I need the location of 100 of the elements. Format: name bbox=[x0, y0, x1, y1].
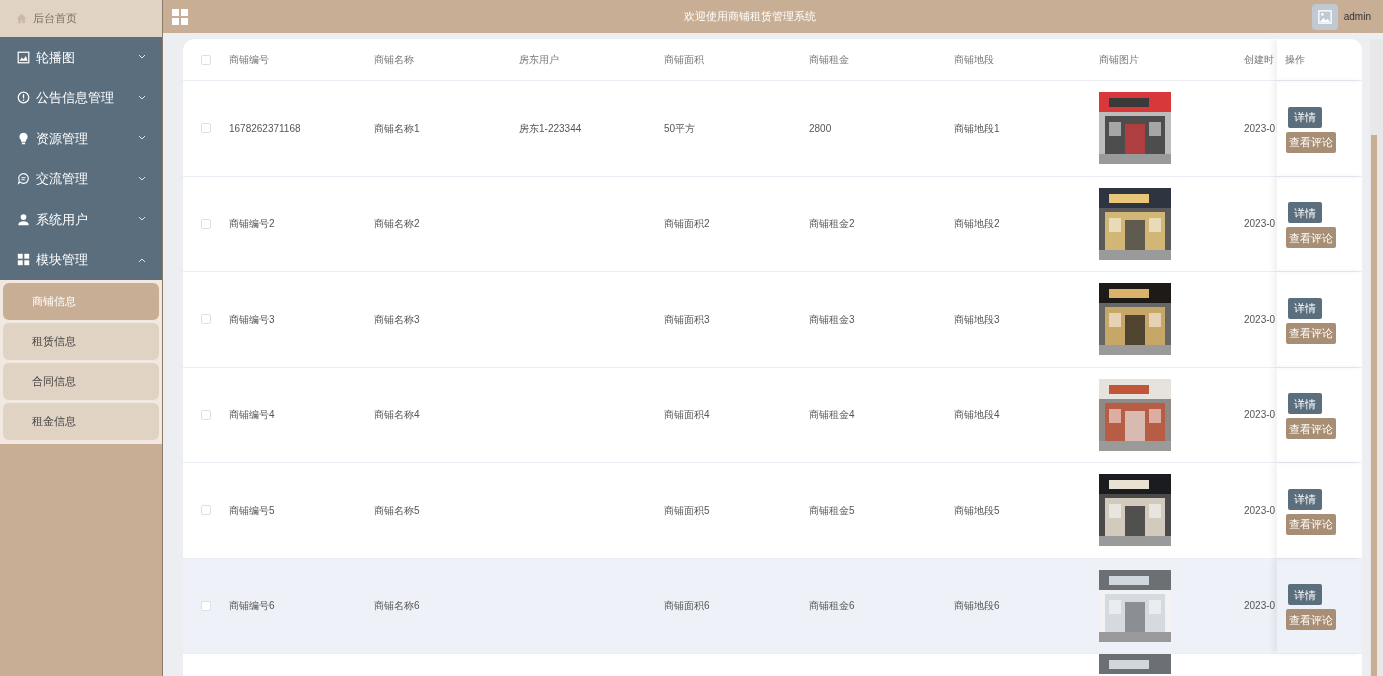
table-cell: 商铺名称5 bbox=[374, 504, 420, 516]
menu-label: 模块管理 bbox=[36, 251, 89, 269]
view-comments-button[interactable]: 查看评论 bbox=[1286, 322, 1336, 344]
view-comments-button[interactable]: 查看评论 bbox=[1286, 131, 1336, 153]
table-cell: 2023-0 bbox=[1244, 122, 1276, 134]
table-cell: 商铺编号6 bbox=[229, 600, 275, 612]
menu-item[interactable]: 模块管理 bbox=[0, 239, 162, 280]
menu-item[interactable]: 轮播图 bbox=[0, 37, 162, 78]
checkbox[interactable] bbox=[201, 314, 211, 325]
column-header: 商铺租金 bbox=[809, 54, 849, 65]
chevron-up-icon bbox=[138, 256, 146, 263]
table-cell: 商铺面积4 bbox=[664, 409, 710, 421]
details-button[interactable]: 详情 bbox=[1288, 488, 1322, 510]
menu-label: 轮播图 bbox=[36, 48, 76, 67]
view-comments-button[interactable]: 查看评论 bbox=[1286, 418, 1336, 440]
chevron-down-icon bbox=[138, 135, 146, 142]
table-cell: 商铺地段4 bbox=[954, 409, 1000, 421]
table-cell: 商铺编号2 bbox=[229, 218, 275, 230]
table-cell: 1678262371168 bbox=[229, 122, 301, 134]
column-header: 商铺编号 bbox=[229, 54, 269, 65]
image-placeholder-icon bbox=[1317, 9, 1332, 24]
avatar[interactable] bbox=[1311, 3, 1338, 30]
submenu-item[interactable]: 租金信息 bbox=[3, 403, 159, 440]
image-icon bbox=[17, 50, 30, 64]
column-header: 商铺地段 bbox=[954, 54, 994, 65]
table-row[interactable]: 商铺编号3 商铺名称3 商铺面积3 商铺租金3 商铺地段3 2023-0 详情 查看评论 bbox=[183, 272, 1362, 368]
table-cell: 商铺租金4 bbox=[809, 409, 855, 421]
table-cell: 商铺编号5 bbox=[229, 504, 275, 516]
menu-item[interactable]: 公告信息管理 bbox=[0, 77, 162, 118]
checkbox[interactable] bbox=[201, 54, 211, 65]
submenu-item[interactable]: 租赁信息 bbox=[3, 323, 159, 360]
chevron-down-icon bbox=[138, 216, 146, 223]
menu-label: 系统用户 bbox=[36, 210, 89, 229]
table-row[interactable]: 商铺编号6 商铺名称6 商铺面积6 商铺租金6 商铺地段6 2023-0 详情 查看评论 bbox=[183, 558, 1362, 654]
details-button[interactable]: 详情 bbox=[1288, 584, 1322, 606]
user-icon bbox=[17, 212, 30, 226]
view-comments-button[interactable]: 查看评论 bbox=[1286, 609, 1336, 631]
table-cell: 商铺面积3 bbox=[664, 313, 710, 325]
table-cell: 商铺名称3 bbox=[374, 313, 420, 325]
table-cell: 商铺地段2 bbox=[954, 218, 1000, 230]
table-cell: 2023-0 bbox=[1244, 218, 1276, 230]
checkbox[interactable] bbox=[201, 123, 211, 134]
scrollbar[interactable] bbox=[1370, 39, 1383, 676]
table-cell: 商铺面积2 bbox=[664, 218, 710, 230]
table-cell: 2023-0 bbox=[1244, 504, 1276, 516]
details-button[interactable]: 详情 bbox=[1288, 202, 1322, 224]
menu-item[interactable]: 资源管理 bbox=[0, 118, 162, 159]
menu-label: 交流管理 bbox=[36, 170, 89, 188]
column-header: 商铺面积 bbox=[664, 54, 704, 65]
menu-item[interactable]: 交流管理 bbox=[0, 158, 162, 199]
table-cell: 2800 bbox=[809, 122, 832, 134]
column-header: 商铺名称 bbox=[374, 54, 414, 65]
bulb-icon bbox=[17, 131, 30, 145]
table-cell: 商铺租金5 bbox=[809, 504, 855, 516]
checkbox[interactable] bbox=[201, 409, 211, 420]
info-icon bbox=[17, 91, 30, 105]
table-cell: 商铺编号3 bbox=[229, 313, 275, 325]
table-cell: 商铺名称6 bbox=[374, 600, 420, 612]
table-cell: 2023-0 bbox=[1244, 313, 1276, 325]
table-cell: 2023-0 bbox=[1244, 600, 1276, 612]
column-header: 商铺图片 bbox=[1099, 54, 1139, 65]
table-cell: 房东1-223344 bbox=[519, 122, 582, 134]
table-cell: 商铺名称1 bbox=[374, 122, 420, 134]
table-cell: 商铺租金2 bbox=[809, 218, 855, 230]
chevron-down-icon bbox=[138, 54, 146, 61]
column-header: 创建时 bbox=[1244, 54, 1274, 65]
table-row[interactable]: 1678262371168 商铺名称1 房东1-223344 50平方 2800 商铺地段1 2023-0 详情 查看评论 bbox=[183, 81, 1362, 177]
checkbox[interactable] bbox=[201, 505, 211, 516]
home-item[interactable]: 后台首页 bbox=[0, 0, 162, 37]
table-cell: 商铺地段6 bbox=[954, 600, 1000, 612]
grid-icon bbox=[17, 253, 30, 267]
chevron-down-icon bbox=[138, 175, 146, 182]
menu-item[interactable]: 系统用户 bbox=[0, 199, 162, 240]
details-button[interactable]: 详情 bbox=[1288, 106, 1322, 128]
table-row[interactable]: 商铺编号2 商铺名称2 商铺面积2 商铺租金2 商铺地段2 2023-0 详情 查看评论 bbox=[183, 176, 1362, 272]
view-comments-button[interactable]: 查看评论 bbox=[1286, 227, 1336, 249]
submenu-item[interactable]: 合同信息 bbox=[3, 363, 159, 400]
table-cell: 商铺名称4 bbox=[374, 409, 420, 421]
details-button[interactable]: 详情 bbox=[1288, 297, 1322, 319]
table-cell: 商铺面积6 bbox=[664, 600, 710, 612]
home-icon bbox=[16, 13, 27, 24]
checkbox[interactable] bbox=[201, 600, 211, 611]
menu-label: 公告信息管理 bbox=[36, 89, 115, 107]
menu-label: 资源管理 bbox=[36, 129, 89, 148]
username: admin bbox=[1343, 10, 1371, 24]
table-cell: 商铺名称2 bbox=[374, 218, 420, 230]
table-cell: 商铺地段1 bbox=[954, 122, 1000, 134]
grid-icon[interactable] bbox=[172, 8, 188, 25]
details-button[interactable]: 详情 bbox=[1288, 393, 1322, 415]
column-header: 操作 bbox=[1285, 53, 1305, 67]
home-label: 后台首页 bbox=[33, 11, 77, 27]
chat-icon bbox=[17, 172, 30, 186]
table-cell: 商铺租金3 bbox=[809, 313, 855, 325]
checkbox[interactable] bbox=[201, 218, 211, 229]
chevron-down-icon bbox=[138, 94, 146, 101]
table-row[interactable]: 商铺编号5 商铺名称5 商铺面积5 商铺租金5 商铺地段5 2023-0 详情 查看评论 bbox=[183, 463, 1362, 559]
table-row[interactable]: 商铺编号4 商铺名称4 商铺面积4 商铺租金4 商铺地段4 2023-0 详情 查看评论 bbox=[183, 367, 1362, 463]
column-header: 房东用户 bbox=[519, 54, 559, 65]
table-cell: 商铺地段3 bbox=[954, 313, 1000, 325]
view-comments-button[interactable]: 查看评论 bbox=[1286, 513, 1336, 535]
